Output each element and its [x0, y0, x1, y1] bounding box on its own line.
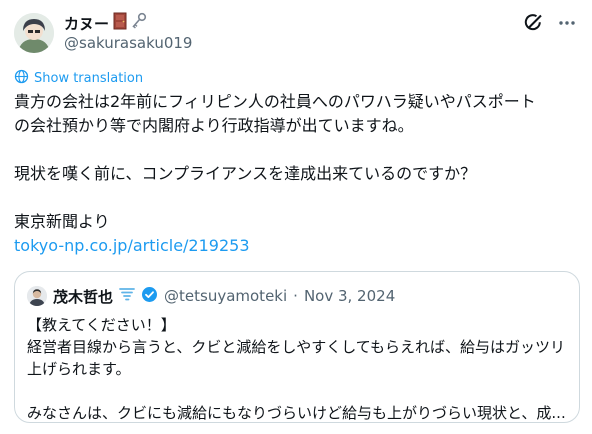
quoted-tweet-header: 茂木哲也 @tetsuyamoteki · Nov 3, 2024	[27, 285, 395, 307]
quoted-tweet-date: Nov 3, 2024	[303, 287, 396, 305]
quoted-text-line: 【教えてください！】	[27, 316, 176, 334]
author-display-name[interactable]: カヌー	[64, 13, 109, 34]
more-options-icon[interactable]	[556, 12, 578, 34]
quoted-author-handle: @tetsuyamoteki	[164, 287, 288, 305]
tweet-text-line: 東京新聞より	[14, 212, 110, 231]
tweet-text: 貴方の会社は2年前にフィリピン人の社員へのパワハラ疑いやパスポート の会社預かり…	[14, 90, 580, 258]
quoted-tweet-card[interactable]: 茂木哲也 @tetsuyamoteki · Nov 3, 2024 【教えてくだ…	[14, 271, 580, 423]
tweet-actions	[522, 12, 578, 34]
translate-globe-icon	[14, 69, 29, 88]
meta-separator: ·	[293, 287, 298, 305]
quoted-text-line: 経営者目線から言うと、クビと減給をしやすくしてもらえれば、給与はガッツリ	[27, 338, 566, 356]
author-avatar[interactable]	[14, 13, 54, 53]
quoted-tweet-text: 【教えてください！】 経営者目線から言うと、クビと減給をしやすくしてもらえれば、…	[27, 314, 567, 422]
quoted-text-line: みなさんは、クビにも減給にもなりづらいけど給与も上がりづらい現状と、成...	[27, 404, 566, 422]
article-link[interactable]: tokyo-np.co.jp/article/219253	[14, 236, 250, 255]
quoted-author-name: 茂木哲也	[53, 287, 114, 306]
tornado-icon	[119, 286, 135, 306]
key-icon	[131, 12, 147, 34]
grok-icon[interactable]	[522, 12, 544, 34]
tweet-text-line: 現状を嘆く前に、コンプライアンスを達成出来ているのですか？	[14, 164, 477, 183]
quoted-author-avatar	[27, 286, 47, 306]
tweet-text-line: 貴方の会社は2年前にフィリピン人の社員へのパワハラ疑いやパスポート	[14, 92, 536, 111]
verified-badge-icon	[141, 286, 158, 307]
door-icon	[113, 12, 127, 34]
author-name-row: カヌー	[64, 12, 147, 34]
quoted-text-line: 上げられます。	[27, 360, 131, 378]
tweet-text-line: の会社預かり等で内閣府より行政指導が出ていますね。	[14, 116, 414, 135]
author-handle[interactable]: @sakurasaku019	[64, 34, 192, 52]
show-translation-label: Show translation	[34, 71, 144, 86]
show-translation-button[interactable]: Show translation	[14, 69, 143, 88]
